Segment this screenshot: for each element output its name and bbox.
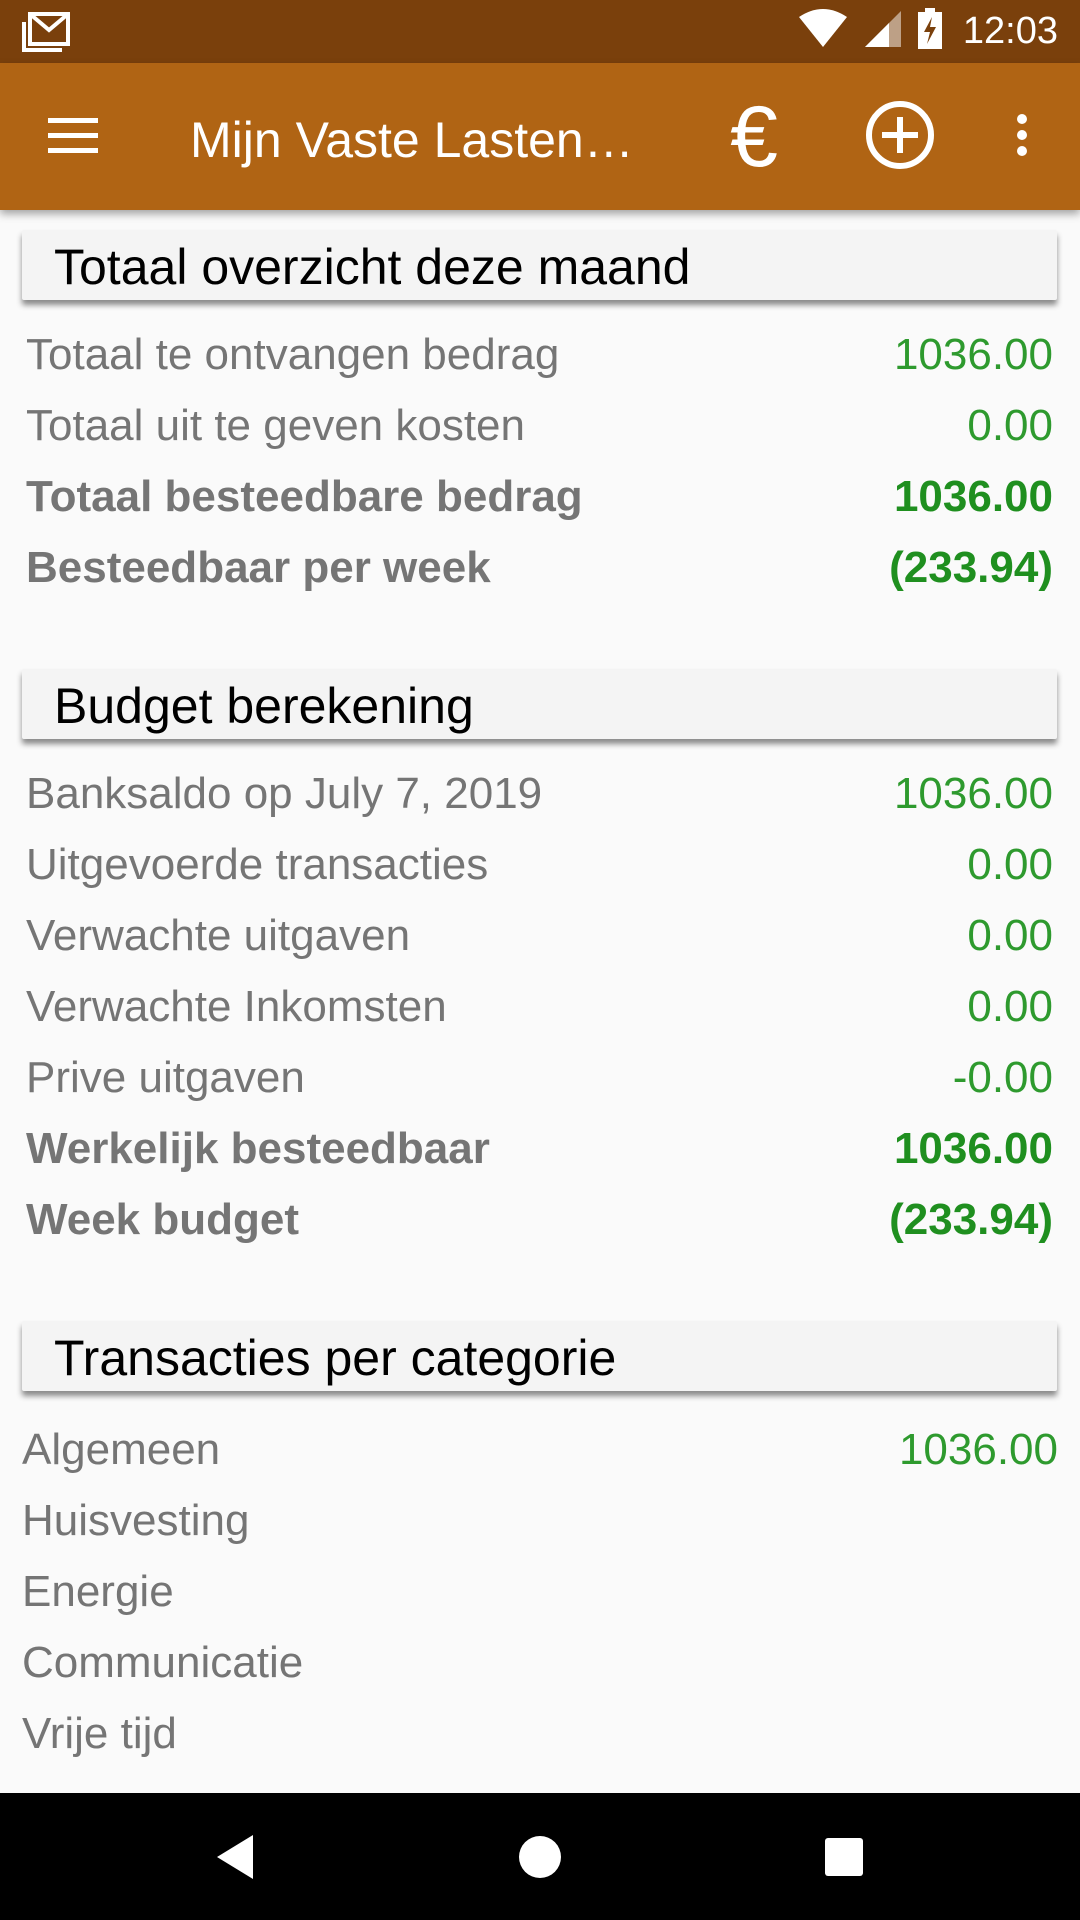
budget-row-expected-income: Verwachte Inkomsten 0.00 — [26, 974, 1053, 1045]
row-label: Verwachte Inkomsten — [26, 982, 447, 1031]
budget-row-executed: Uitgevoerde transacties 0.00 — [26, 832, 1053, 903]
add-circle-icon — [864, 99, 936, 176]
category-row-vrije-tijd[interactable]: Vrije tijd — [22, 1701, 1058, 1772]
screen: 12:03 Mijn Vaste Lasten… € Totaal overzi… — [0, 0, 1080, 1920]
section-title: Transacties per categorie — [54, 1330, 617, 1386]
row-label: Banksaldo op July 7, 2019 — [26, 769, 543, 818]
back-button[interactable] — [195, 1819, 275, 1899]
page-title: Mijn Vaste Lasten… — [190, 112, 634, 168]
row-value: 1036.00 — [898, 1425, 1058, 1474]
navigation-bar — [0, 1793, 1080, 1920]
row-label: Uitgevoerde transacties — [26, 840, 489, 889]
recents-button[interactable] — [804, 1819, 884, 1899]
row-label: Totaal besteedbare bedrag — [26, 472, 583, 521]
row-label: Werkelijk besteedbaar — [26, 1124, 490, 1173]
row-value: 1036.00 — [893, 330, 1053, 379]
section-header-overview: Totaal overzicht deze maand — [22, 230, 1057, 300]
battery-charging-icon — [917, 8, 943, 55]
section-title: Budget berekening — [54, 678, 474, 734]
row-value: 0.00 — [967, 982, 1053, 1031]
back-icon — [213, 1833, 257, 1886]
row-label: Communicatie — [22, 1638, 304, 1687]
row-value: 1036.00 — [893, 472, 1053, 521]
signal-icon — [863, 9, 903, 54]
category-row-communicatie[interactable]: Communicatie — [22, 1630, 1058, 1701]
status-bar: 12:03 — [0, 0, 1080, 63]
row-value: -0.00 — [952, 1053, 1053, 1102]
budget-row-bank-balance: Banksaldo op July 7, 2019 1036.00 — [26, 761, 1053, 832]
home-button[interactable] — [500, 1819, 580, 1899]
row-label: Week budget — [26, 1195, 300, 1244]
section-header-budget: Budget berekening — [22, 669, 1057, 739]
row-label: Totaal te ontvangen bedrag — [26, 330, 560, 379]
budget-row-expected-expenses: Verwachte uitgaven 0.00 — [26, 903, 1053, 974]
overview-row-per-week: Besteedbaar per week (233.94) — [26, 535, 1053, 606]
euro-icon: € — [730, 89, 778, 185]
add-button[interactable] — [858, 99, 942, 175]
more-vert-icon — [1015, 113, 1029, 162]
section-header-categories: Transacties per categorie — [22, 1321, 1057, 1391]
main-content[interactable]: Totaal overzicht deze maand Totaal te on… — [0, 210, 1080, 1793]
hamburger-menu-icon — [46, 115, 100, 160]
row-label: Vrije tijd — [22, 1709, 177, 1758]
status-icons: 12:03 — [797, 0, 1058, 63]
row-value: (233.94) — [889, 1195, 1053, 1244]
category-row-algemeen[interactable]: Algemeen 1036.00 — [22, 1417, 1058, 1488]
row-value: 0.00 — [967, 911, 1053, 960]
menu-button[interactable] — [28, 99, 118, 175]
row-value: 0.00 — [967, 401, 1053, 450]
euro-button[interactable]: € — [712, 89, 796, 185]
row-label: Prive uitgaven — [26, 1053, 305, 1102]
overview-row-spendable: Totaal besteedbare bedrag 1036.00 — [26, 464, 1053, 535]
gmail-icon — [22, 12, 70, 52]
category-row-huisvesting[interactable]: Huisvesting — [22, 1488, 1058, 1559]
category-row-energie[interactable]: Energie — [22, 1559, 1058, 1630]
row-label: Huisvesting — [22, 1496, 250, 1545]
app-bar: Mijn Vaste Lasten… € — [0, 63, 1080, 210]
overview-row-receive: Totaal te ontvangen bedrag 1036.00 — [26, 322, 1053, 393]
row-label: Totaal uit te geven kosten — [26, 401, 525, 450]
row-value: 0.00 — [967, 840, 1053, 889]
budget-row-week-budget: Week budget (233.94) — [26, 1187, 1053, 1258]
row-label: Verwachte uitgaven — [26, 911, 411, 960]
home-icon — [517, 1834, 563, 1885]
recents-icon — [823, 1836, 865, 1883]
status-time: 12:03 — [962, 10, 1058, 52]
budget-row-actual-spendable: Werkelijk besteedbaar 1036.00 — [26, 1116, 1053, 1187]
wifi-icon — [797, 9, 849, 54]
row-label: Energie — [22, 1567, 174, 1616]
row-label: Algemeen — [22, 1425, 221, 1474]
row-value: (233.94) — [889, 543, 1053, 592]
row-label: Besteedbaar per week — [26, 543, 491, 592]
row-value: 1036.00 — [893, 769, 1053, 818]
more-options-button[interactable] — [996, 99, 1048, 175]
overview-row-costs: Totaal uit te geven kosten 0.00 — [26, 393, 1053, 464]
budget-row-private: Prive uitgaven -0.00 — [26, 1045, 1053, 1116]
section-title: Totaal overzicht deze maand — [54, 239, 691, 295]
row-value: 1036.00 — [893, 1124, 1053, 1173]
